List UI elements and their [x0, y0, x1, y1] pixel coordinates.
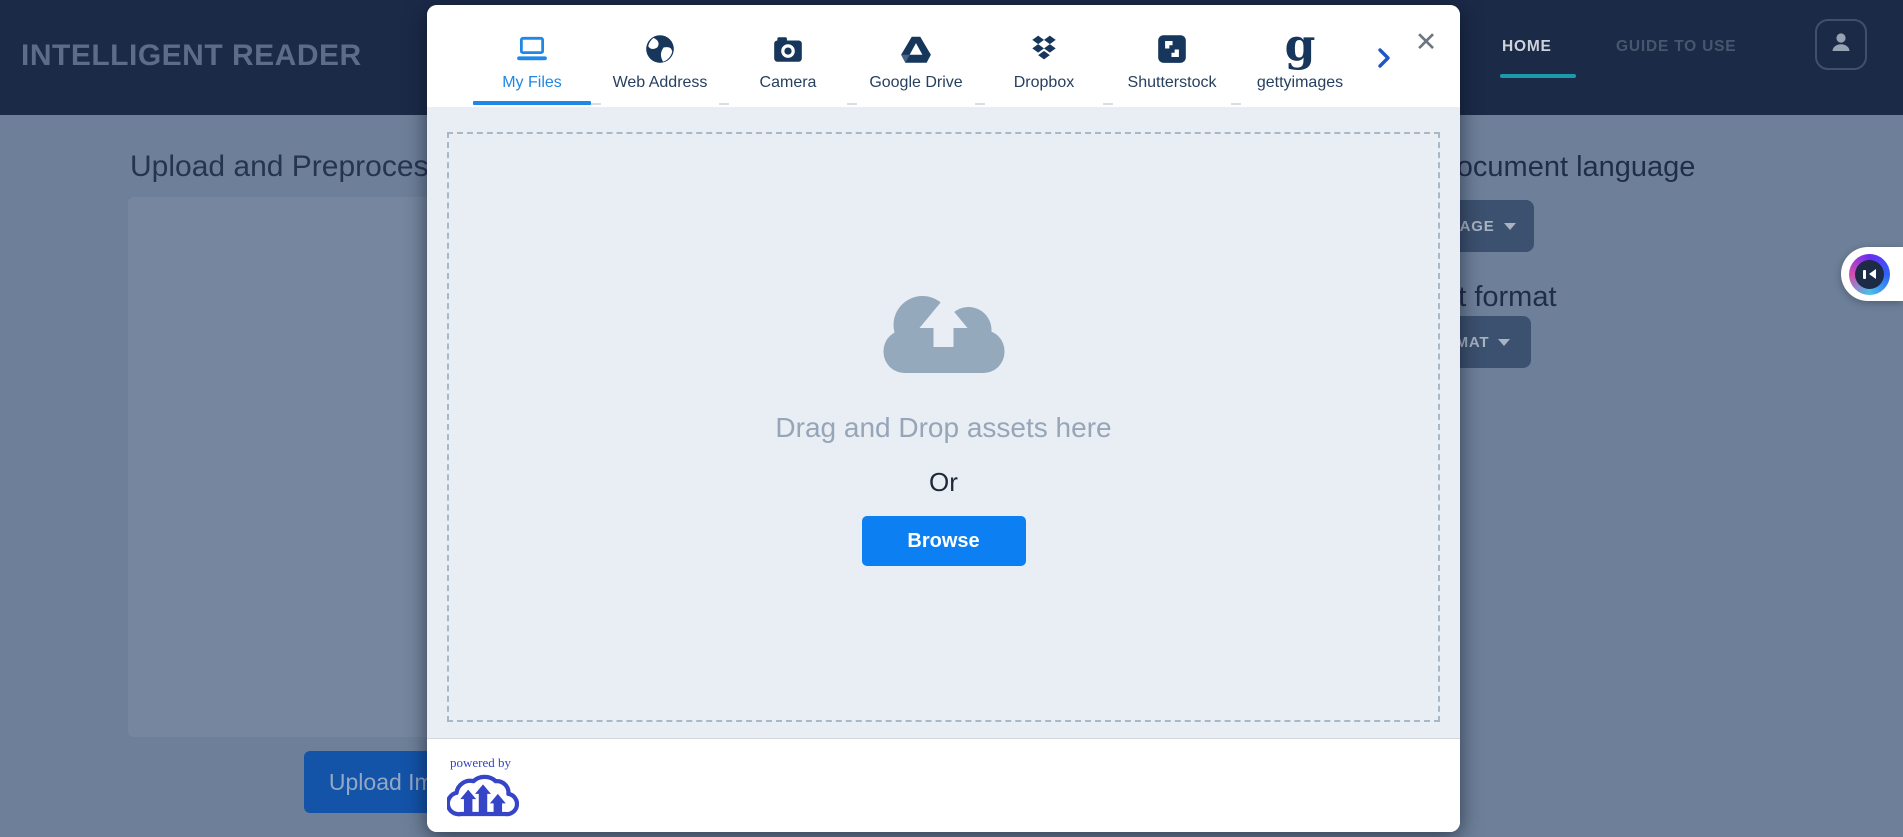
- tab-label: Google Drive: [869, 74, 962, 92]
- app-title: INTELLIGENT READER: [21, 39, 362, 73]
- screen: INTELLIGENT READER HOME GUIDE TO USE Upl…: [0, 0, 1903, 837]
- dropbox-icon: [1027, 26, 1061, 66]
- tab-my-files[interactable]: My Files: [473, 5, 591, 103]
- powered-by-text: powered by: [450, 755, 511, 771]
- filestack-cloud-logo: [447, 770, 519, 827]
- picker-tabs: My Files Web Address: [473, 5, 1359, 105]
- camera-icon: [771, 26, 805, 66]
- or-text: Or: [427, 467, 1460, 498]
- nav-guide-to-use[interactable]: GUIDE TO USE: [1616, 38, 1736, 56]
- upload-cloud-icon: [875, 283, 1012, 383]
- browse-button[interactable]: Browse: [862, 516, 1026, 566]
- tab-gettyimages[interactable]: g gettyimages: [1241, 5, 1359, 103]
- tab-label: Web Address: [613, 74, 708, 92]
- tab-camera[interactable]: Camera: [729, 5, 847, 103]
- assistant-widget-button[interactable]: [1841, 247, 1903, 301]
- drag-drop-text: Drag and Drop assets here: [427, 412, 1460, 444]
- tab-label: My Files: [502, 74, 562, 92]
- caret-down-icon: [1498, 339, 1510, 346]
- caret-down-icon: [1504, 223, 1516, 230]
- picker-body: Drag and Drop assets here Or Browse: [427, 107, 1460, 738]
- tab-label: gettyimages: [1257, 74, 1343, 92]
- user-account-button[interactable]: [1815, 19, 1867, 70]
- tab-shutterstock[interactable]: Shutterstock: [1113, 5, 1231, 103]
- picker-footer: powered by: [427, 738, 1460, 832]
- picker-tabbar: My Files Web Address: [427, 5, 1460, 107]
- assistant-bot-icon: [1849, 254, 1890, 295]
- page-heading: Upload and Preprocess: [130, 150, 444, 184]
- shutterstock-icon: [1155, 26, 1189, 66]
- tab-label: Shutterstock: [1128, 74, 1217, 92]
- globe-icon: [643, 26, 677, 66]
- close-icon[interactable]: ✕: [1409, 25, 1443, 59]
- tab-google-drive[interactable]: Google Drive: [857, 5, 975, 103]
- tab-label: Dropbox: [1014, 74, 1074, 92]
- nav-home-active-underline: [1500, 74, 1576, 78]
- tab-label: Camera: [760, 74, 817, 92]
- nav-home[interactable]: HOME: [1502, 38, 1552, 56]
- person-icon: [1828, 29, 1854, 60]
- tab-web-address[interactable]: Web Address: [601, 5, 719, 103]
- gettyimages-icon: g: [1285, 26, 1316, 66]
- file-picker-modal: My Files Web Address: [427, 5, 1460, 832]
- laptop-icon: [515, 26, 549, 66]
- tab-dropbox[interactable]: Dropbox: [985, 5, 1103, 103]
- google-drive-icon: [899, 26, 933, 66]
- tabs-scroll-next-icon[interactable]: [1371, 45, 1397, 71]
